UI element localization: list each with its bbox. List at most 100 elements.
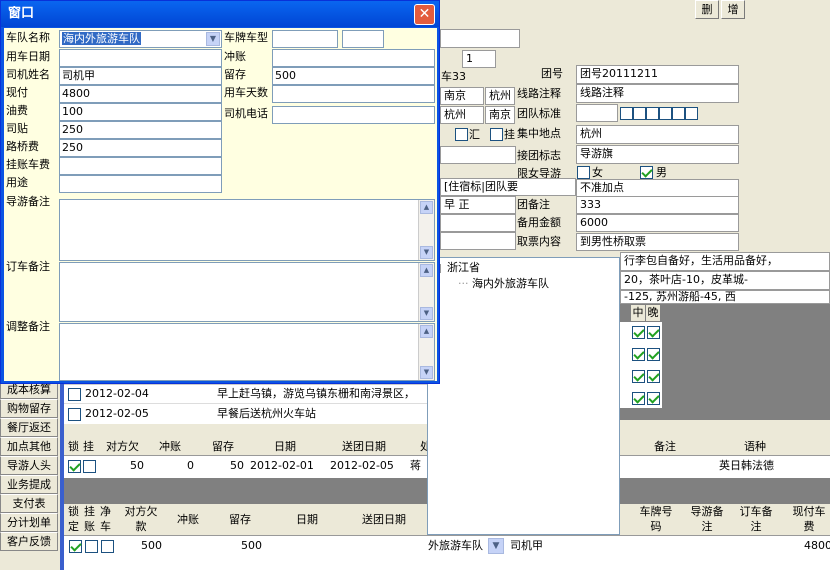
- scroll-up-icon[interactable]: ▲: [420, 325, 433, 338]
- grid2-hang-check[interactable]: [85, 540, 98, 553]
- route-note-field[interactable]: 线路注释: [576, 84, 739, 103]
- days-field[interactable]: [272, 85, 435, 103]
- scroll-up-icon[interactable]: ▲: [420, 264, 433, 277]
- usage-field[interactable]: [59, 175, 222, 193]
- grid2-col-net: 净车: [100, 505, 111, 533]
- scroll-up-icon[interactable]: ▲: [420, 201, 433, 214]
- std-check-3[interactable]: [646, 107, 659, 120]
- meal-check-1b[interactable]: [647, 326, 660, 339]
- scroll-down-icon[interactable]: ▼: [420, 366, 433, 379]
- hang-field[interactable]: [59, 157, 222, 175]
- bg-blank2-field[interactable]: [440, 214, 516, 232]
- bg-blank-field[interactable]: [440, 146, 516, 164]
- offset-field[interactable]: [272, 49, 435, 67]
- sidebar-item-guide[interactable]: 导游人头: [0, 456, 58, 475]
- meal-check-2b[interactable]: [647, 348, 660, 361]
- sidebar-item-payment[interactable]: 支付表: [0, 494, 58, 513]
- bg-num-field[interactable]: 1: [462, 50, 496, 68]
- std-check-1[interactable]: [620, 107, 633, 120]
- male-check[interactable]: [640, 166, 653, 179]
- itinerary-check[interactable]: [68, 388, 81, 401]
- gua-label: 挂: [504, 128, 515, 141]
- fuel-field[interactable]: 100: [59, 103, 222, 121]
- grid2-lock-check[interactable]: [69, 540, 82, 553]
- stay-std-field[interactable]: [住宿标|团队要: [440, 178, 576, 196]
- keep-field[interactable]: 500: [272, 67, 435, 85]
- meal-check-3a[interactable]: [632, 370, 645, 383]
- tree-child[interactable]: ··· 海内外旅游车队: [458, 276, 549, 292]
- bg-hangzhou2-field[interactable]: 杭州: [440, 106, 484, 124]
- phone-field[interactable]: [272, 106, 435, 124]
- add-button[interactable]: 增: [721, 0, 745, 19]
- grid2-fleet-dropdown[interactable]: ▼: [488, 538, 504, 554]
- bg-hangzhou-field[interactable]: 杭州: [485, 87, 515, 105]
- meal-check-1a[interactable]: [632, 326, 645, 339]
- meal-check-4a[interactable]: [632, 392, 645, 405]
- group-no-field[interactable]: 团号20111211: [576, 65, 739, 84]
- subsidy-field[interactable]: 250: [59, 121, 222, 139]
- delete-button[interactable]: 删: [695, 0, 719, 19]
- hang-label: 挂账车费: [6, 158, 50, 171]
- sidebar-item-commission[interactable]: 业务提成: [0, 475, 58, 494]
- book-note-textarea[interactable]: ▲ ▼: [59, 262, 435, 322]
- date-field[interactable]: [59, 49, 222, 67]
- cash-field[interactable]: 4800: [59, 85, 222, 103]
- list-item[interactable]: 2012-02-05 早餐后送杭州火车站: [62, 405, 432, 424]
- table-row[interactable]: 500 500 外旅游车队 ▼ 司机甲 4800: [64, 537, 830, 556]
- toll-field[interactable]: 250: [59, 139, 222, 157]
- long-text-2[interactable]: 20，茶叶店-10，皮革城-: [620, 271, 830, 290]
- std-check-6[interactable]: [685, 107, 698, 120]
- sidebar-item-plan[interactable]: 分计划单: [0, 513, 58, 532]
- list-item[interactable]: 2012-02-04 早上赶乌镇，游览乌镇东栅和南浔景区，: [62, 385, 432, 404]
- grid1-hang-check[interactable]: [83, 460, 96, 473]
- ticket-field[interactable]: 到男性桥取票: [576, 233, 739, 251]
- adjust-note-textarea[interactable]: ▲ ▼: [59, 323, 435, 381]
- grid1-col-owe: 对方欠: [106, 440, 139, 453]
- adjust-note-scrollbar[interactable]: ▲ ▼: [418, 324, 434, 380]
- plate-field[interactable]: [272, 30, 338, 48]
- hui-check[interactable]: [455, 128, 468, 141]
- zao-zheng-field[interactable]: 早 正: [440, 196, 516, 214]
- note-field[interactable]: 333: [576, 196, 739, 214]
- guide-note-scrollbar[interactable]: ▲ ▼: [418, 200, 434, 260]
- meal-check-4b[interactable]: [647, 392, 660, 405]
- meet-place-field[interactable]: 杭州: [576, 125, 739, 144]
- dialog-titlebar[interactable]: 窗口 ✕: [1, 1, 439, 27]
- sidebar-item-feedback[interactable]: 客户反馈: [0, 532, 58, 551]
- bg-car-label: 车33: [441, 70, 466, 83]
- spare-amount-field[interactable]: 6000: [576, 214, 739, 232]
- meal-check-2a[interactable]: [632, 348, 645, 361]
- model-field[interactable]: [342, 30, 384, 48]
- std-check-5[interactable]: [672, 107, 685, 120]
- group-sign-field[interactable]: 导游旗: [576, 145, 739, 164]
- female-check[interactable]: [577, 166, 590, 179]
- grid2-net-check[interactable]: [101, 540, 114, 553]
- driver-field[interactable]: 司机甲: [59, 67, 222, 85]
- grid2-col-offset: 冲账: [177, 513, 199, 526]
- sidebar-item-extra[interactable]: 加点其他: [0, 437, 58, 456]
- guide-note-textarea[interactable]: ▲ ▼: [59, 199, 435, 261]
- no-extra-field[interactable]: 不准加点: [576, 179, 739, 197]
- sidebar-item-restaurant[interactable]: 餐厅返还: [0, 418, 58, 437]
- meal-check-3b[interactable]: [647, 370, 660, 383]
- book-note-scrollbar[interactable]: ▲ ▼: [418, 263, 434, 321]
- group-sign-label: 接团标志: [517, 149, 561, 162]
- bg-blank3-field[interactable]: [440, 232, 516, 250]
- long-text-1[interactable]: 行李包自备好，生活用品备好，: [620, 252, 830, 271]
- close-button[interactable]: ✕: [414, 4, 435, 25]
- itinerary-check[interactable]: [68, 408, 81, 421]
- group-std-field[interactable]: [576, 104, 618, 122]
- long-text-3[interactable]: -125, 苏州游船-45, 西: [620, 290, 830, 304]
- bg-nanjing-field[interactable]: 南京: [440, 87, 484, 105]
- gua-check[interactable]: [490, 128, 503, 141]
- grid1-lock-check[interactable]: [68, 460, 81, 473]
- bg-top-field[interactable]: [440, 29, 520, 48]
- scroll-down-icon[interactable]: ▼: [420, 307, 433, 320]
- std-check-4[interactable]: [659, 107, 672, 120]
- fleet-select[interactable]: 海内外旅游车队 ▼: [59, 30, 222, 48]
- sidebar-item-shopping[interactable]: 购物留存: [0, 399, 58, 418]
- std-check-2[interactable]: [633, 107, 646, 120]
- date-label: 用车日期: [6, 50, 50, 63]
- bg-nanjing2-field[interactable]: 南京: [485, 106, 515, 124]
- scroll-down-icon[interactable]: ▼: [420, 246, 433, 259]
